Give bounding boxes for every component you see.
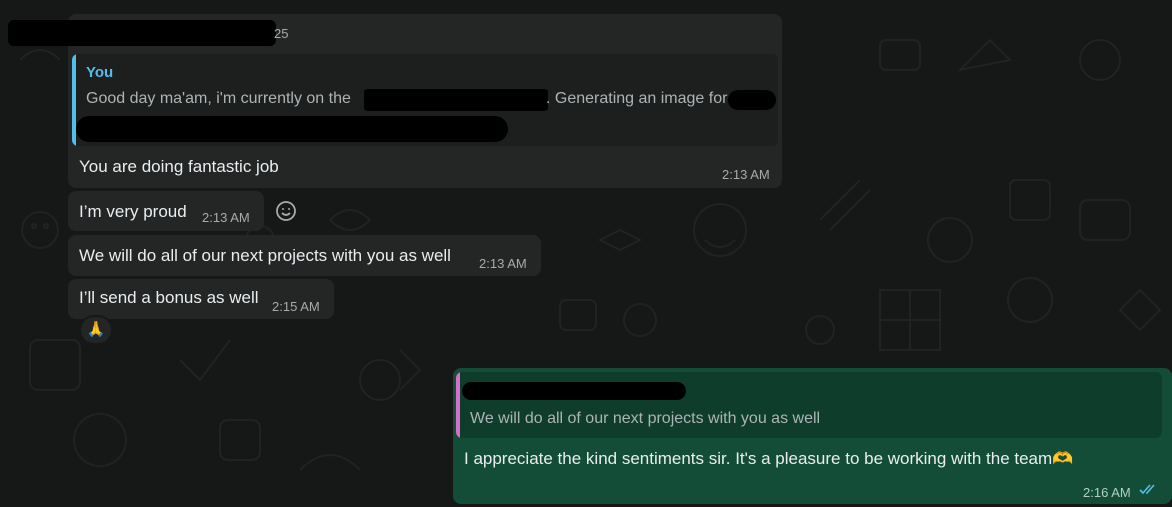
reaction-emoji: 🙏 bbox=[86, 321, 106, 338]
quote-redaction-3 bbox=[76, 116, 508, 142]
message-text-body: I appreciate the kind sentiments sir. It… bbox=[464, 449, 1053, 468]
message-text: I’m very proud bbox=[79, 202, 187, 221]
quote-accent-bar bbox=[456, 372, 460, 438]
quote-text: We will do all of our next projects with… bbox=[470, 410, 821, 427]
message-time: 2:16 AM bbox=[1083, 485, 1131, 500]
double-check-read-icon bbox=[1139, 484, 1155, 495]
message-time: 2:13 AM bbox=[722, 167, 770, 182]
quote-text-mid: . Generating an image for bbox=[546, 90, 728, 107]
heart-hands-emoji: 🫶 bbox=[1052, 449, 1074, 468]
header-suffix: 25 bbox=[274, 26, 289, 41]
message-text: I’ll send a bonus as well bbox=[79, 288, 259, 307]
sender-name-redacted bbox=[8, 20, 276, 46]
quoted-message[interactable]: We will do all of our next projects with… bbox=[456, 372, 1162, 438]
incoming-message-bubble[interactable]: We will do all of our next projects with… bbox=[68, 235, 541, 276]
quote-author-redacted bbox=[462, 382, 686, 400]
incoming-message-bubble[interactable]: I’m very proud 2:13 AM bbox=[68, 191, 264, 231]
message-time: 2:13 AM bbox=[202, 210, 250, 225]
message-text: You are doing fantastic job bbox=[79, 157, 279, 176]
quote-accent-bar bbox=[72, 54, 76, 146]
message-time: 2:13 AM bbox=[479, 256, 527, 271]
incoming-message-bubble[interactable]: 25 You Good day ma'am, i'm currently on … bbox=[8, 14, 782, 188]
quote-author: You bbox=[86, 64, 114, 81]
message-text: We will do all of our next projects with… bbox=[79, 246, 451, 265]
message-text: I appreciate the kind sentiments sir. It… bbox=[464, 449, 1073, 469]
outgoing-message-bubble[interactable]: We will do all of our next projects with… bbox=[453, 368, 1172, 504]
quoted-message[interactable]: You Good day ma'am, i'm currently on the… bbox=[72, 54, 778, 146]
reaction-badge[interactable]: 🙏 bbox=[79, 315, 113, 345]
emoji-reaction-icon[interactable] bbox=[275, 200, 297, 222]
quote-redaction-2 bbox=[728, 90, 776, 110]
quote-text-start: Good day ma'am, i'm currently on the bbox=[86, 90, 351, 107]
incoming-message-bubble[interactable]: I’ll send a bonus as well 2:15 AM bbox=[68, 279, 334, 319]
quote-redaction-1 bbox=[364, 89, 548, 111]
message-time: 2:15 AM bbox=[272, 299, 320, 314]
